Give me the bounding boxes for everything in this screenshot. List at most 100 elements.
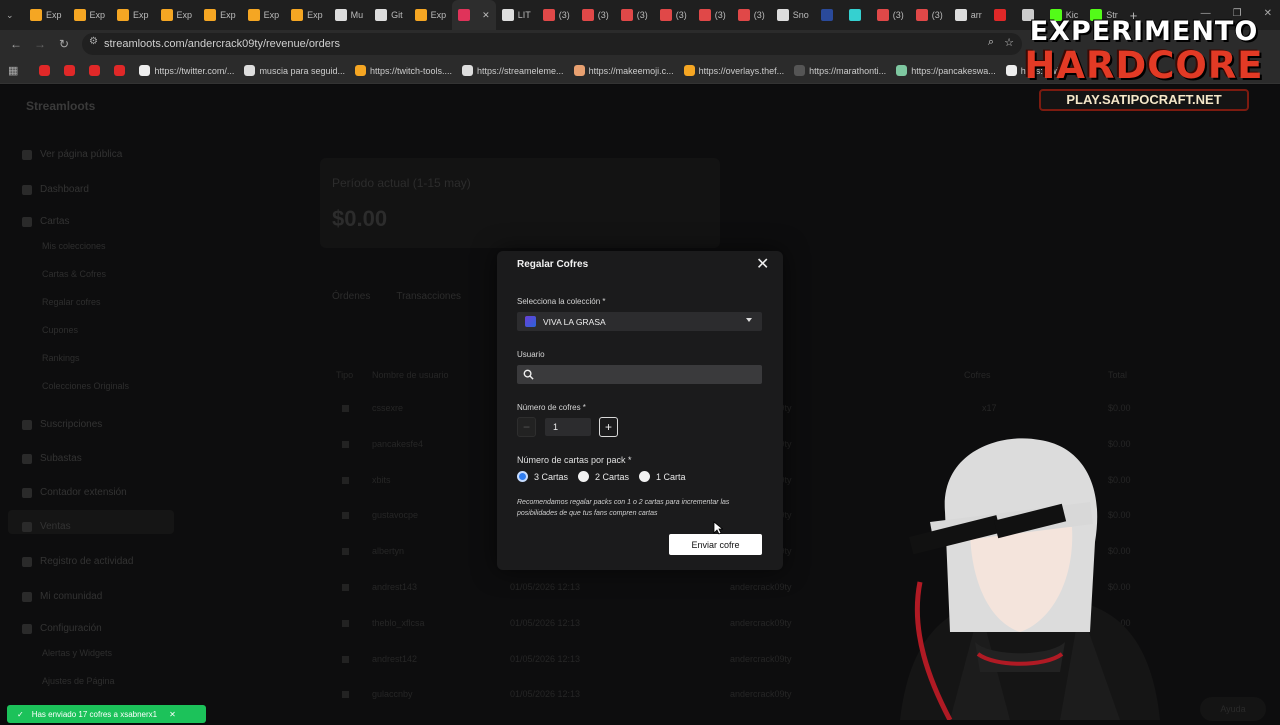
bookmark-item[interactable] bbox=[109, 65, 134, 76]
sidebar-subitem[interactable]: Alertas y Widgets bbox=[42, 648, 112, 658]
toast-close-icon[interactable]: ✕ bbox=[169, 710, 176, 719]
tab-label: (3) bbox=[892, 10, 904, 20]
close-icon[interactable]: ✕ bbox=[756, 257, 769, 273]
browser-tab[interactable]: (3) bbox=[693, 0, 732, 30]
user-search-field[interactable] bbox=[517, 365, 762, 384]
bookmark-item[interactable] bbox=[34, 65, 59, 76]
bookmark-item[interactable]: muscia para seguid... bbox=[239, 65, 350, 76]
user-search-input[interactable] bbox=[539, 367, 754, 382]
browser-tab[interactable]: Git bbox=[369, 0, 409, 30]
bookmark-item[interactable]: https://twitch-tools.... bbox=[350, 65, 457, 76]
bookmark-item[interactable]: https://pancakeswa... bbox=[891, 65, 1001, 76]
sidebar-subitem[interactable]: Regalar cofres bbox=[42, 297, 101, 307]
tab-label: (3) bbox=[675, 10, 687, 20]
check-icon: ✓ bbox=[17, 709, 24, 719]
browser-tab[interactable]: Exp bbox=[111, 0, 155, 30]
sidebar-item[interactable]: Dashboard bbox=[22, 184, 89, 195]
apps-grid-icon[interactable]: ▦ bbox=[8, 64, 18, 77]
sidebar-item[interactable]: Contador extensión bbox=[22, 487, 127, 498]
tab-search-button[interactable]: ⌄ bbox=[0, 0, 24, 30]
browser-tab[interactable]: Exp bbox=[409, 0, 453, 30]
sidebar-item-icon bbox=[22, 556, 32, 567]
header-usuario: Nombre de usuario bbox=[372, 370, 449, 380]
radio-button[interactable] bbox=[578, 471, 590, 482]
sidebar-subitem[interactable]: Colecciones Originals bbox=[42, 381, 129, 391]
browser-tab[interactable]: (3) bbox=[654, 0, 693, 30]
browser-tab[interactable]: Exp bbox=[242, 0, 286, 30]
bookmark-item[interactable]: https://marathonti... bbox=[789, 65, 891, 76]
chests-quantity-input[interactable]: 1 bbox=[545, 418, 591, 436]
send-chest-button[interactable]: Enviar cofre bbox=[669, 534, 762, 555]
sidebar-item[interactable]: Ventas bbox=[22, 521, 71, 532]
sidebar-item-icon bbox=[22, 591, 32, 602]
sidebar-item[interactable]: Ver página pública bbox=[22, 149, 122, 160]
browser-tab[interactable]: Exp bbox=[24, 0, 68, 30]
cards-option[interactable]: 3 Cartas bbox=[517, 471, 568, 482]
tab-transactions[interactable]: Transacciones bbox=[396, 291, 461, 302]
tab-label: arr bbox=[970, 10, 982, 20]
bookmark-item[interactable]: https://overlays.thef... bbox=[679, 65, 790, 76]
tab-orders[interactable]: Órdenes bbox=[332, 291, 370, 302]
bookmark-item[interactable]: https://twitter.com/... bbox=[134, 65, 239, 76]
browser-tab[interactable] bbox=[843, 0, 871, 30]
sidebar-item[interactable]: Subastas bbox=[22, 453, 82, 464]
sidebar-item[interactable]: Configuración bbox=[22, 623, 102, 634]
forward-icon[interactable]: → bbox=[28, 37, 52, 51]
browser-tab[interactable]: Sno bbox=[771, 0, 815, 30]
address-bar[interactable]: ⚙ streamloots.com/andercrack09ty/revenue… bbox=[82, 33, 1022, 55]
decrement-button[interactable]: − bbox=[517, 417, 536, 437]
browser-tab[interactable]: (3) bbox=[732, 0, 771, 30]
radio-button[interactable] bbox=[639, 471, 651, 482]
sidebar-item-icon bbox=[22, 419, 32, 430]
sidebar-item-label: Cartas bbox=[40, 216, 70, 227]
collection-select[interactable]: VIVA LA GRASA bbox=[517, 312, 762, 331]
tab-label: (3) bbox=[558, 10, 570, 20]
browser-tab[interactable]: arr bbox=[949, 0, 988, 30]
browser-tab[interactable]: LIT bbox=[496, 0, 537, 30]
browser-tab[interactable]: Exp bbox=[68, 0, 112, 30]
browser-tab[interactable]: Mu bbox=[329, 0, 370, 30]
sidebar-item[interactable]: Cartas bbox=[22, 216, 69, 227]
bookmark-item[interactable] bbox=[84, 65, 109, 76]
radio-button[interactable] bbox=[517, 471, 528, 482]
site-info-icon[interactable]: ⚙ bbox=[89, 36, 98, 47]
cell-by: andercrack09ty bbox=[730, 689, 792, 700]
sidebar-item[interactable]: Registro de actividad bbox=[22, 556, 133, 567]
sidebar-subitem[interactable]: Cupones bbox=[42, 325, 78, 335]
tab-close-icon[interactable]: ✕ bbox=[482, 10, 490, 21]
sidebar-item[interactable]: Mi comunidad bbox=[22, 591, 102, 602]
cell-user: theblo_xflcsa bbox=[372, 617, 425, 628]
sidebar-subitem[interactable]: Cartas & Cofres bbox=[42, 269, 106, 279]
tab-favicon-icon bbox=[993, 9, 1006, 21]
tab-label: Exp bbox=[46, 10, 62, 20]
cards-option[interactable]: 2 Cartas bbox=[578, 471, 629, 482]
tab-label: Exp bbox=[307, 10, 323, 20]
browser-tab[interactable]: (3) bbox=[871, 0, 910, 30]
browser-tab[interactable] bbox=[815, 0, 843, 30]
browser-tab[interactable]: (3) bbox=[576, 0, 615, 30]
browser-tab[interactable]: Exp bbox=[155, 0, 199, 30]
help-button[interactable]: Ayuda bbox=[1200, 697, 1266, 721]
browser-tab[interactable]: Exp bbox=[198, 0, 242, 30]
bookmark-item[interactable]: https://makeemoji.c... bbox=[569, 65, 679, 76]
sidebar-subitem[interactable]: Rankings bbox=[42, 353, 80, 363]
browser-tab[interactable]: Exp bbox=[285, 0, 329, 30]
tab-favicon-icon bbox=[501, 9, 514, 21]
cards-option[interactable]: 1 Carta bbox=[639, 471, 686, 482]
browser-tab[interactable]: (3) bbox=[910, 0, 949, 30]
bookmark-label: https://twitch-tools.... bbox=[369, 65, 453, 76]
reload-icon[interactable]: ↻ bbox=[52, 37, 76, 51]
bookmark-item[interactable]: https://streameleme... bbox=[457, 65, 569, 76]
sidebar-item[interactable]: Suscripciones bbox=[22, 419, 102, 430]
tab-favicon-icon bbox=[375, 9, 388, 21]
browser-tab[interactable]: ✕ bbox=[452, 0, 496, 30]
increment-button[interactable]: + bbox=[599, 417, 618, 437]
back-icon[interactable]: ← bbox=[4, 37, 28, 51]
sidebar-subitem[interactable]: Ajustes de Página bbox=[42, 676, 115, 686]
browser-tab[interactable]: (3) bbox=[615, 0, 654, 30]
bookmark-item[interactable] bbox=[59, 65, 84, 76]
sidebar-subitem[interactable]: Mis colecciones bbox=[42, 241, 106, 251]
recommendation-hint: Recomendamos regalar packs con 1 o 2 car… bbox=[517, 499, 730, 517]
browser-tab[interactable]: (3) bbox=[537, 0, 576, 30]
zoom-search-icon[interactable]: ⌕ bbox=[988, 36, 994, 49]
